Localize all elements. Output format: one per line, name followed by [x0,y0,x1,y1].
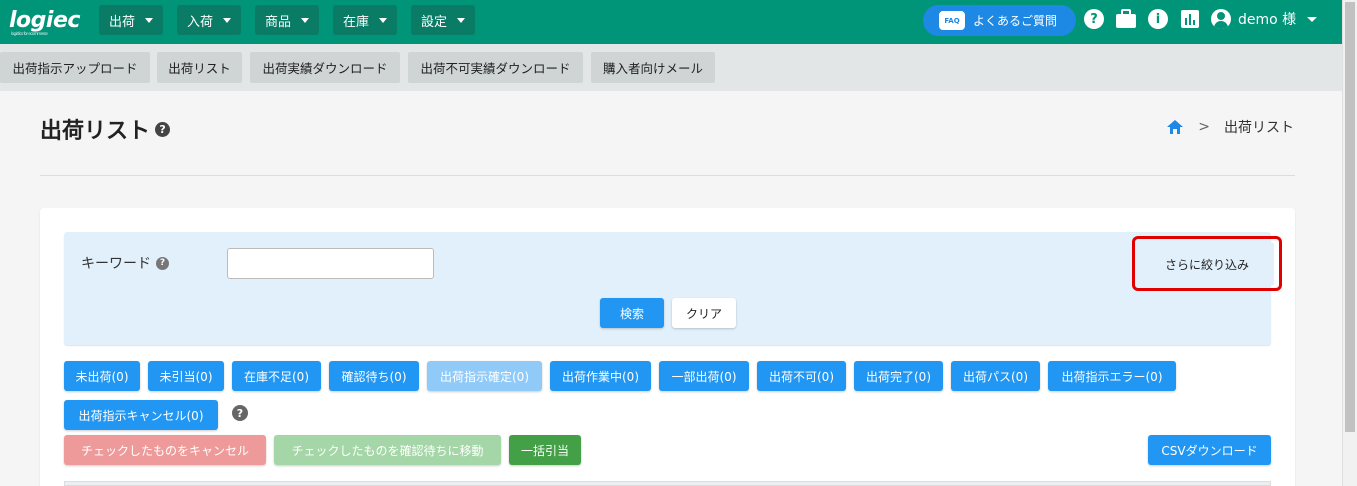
caret-down-icon [301,17,310,23]
account-icon [1211,9,1231,29]
logiec-logo[interactable]: logiec logistics for ecommerce [9,8,80,36]
subnav-unshippable-download[interactable]: 出荷不可実績ダウンロード [408,52,583,83]
filter-instruction-cancel[interactable]: 出荷指示キャンセル(0) [64,400,218,430]
highlight-box [1132,236,1282,291]
scrollbar[interactable] [1342,0,1357,486]
top-navbar: logiec logistics for ecommerce 出荷 入荷 商品 … [0,0,1342,44]
filter-pending-confirmation[interactable]: 確認待ち(0) [329,361,419,391]
user-name: demo 様 [1238,12,1297,28]
filter-unshippable[interactable]: 出荷不可(0) [757,361,846,391]
menu-label: 設定 [421,14,448,30]
sub-navbar: 出荷指示アップロード 出荷リスト 出荷実績ダウンロード 出荷不可実績ダウンロード… [0,44,1342,91]
menu-label: 出荷 [109,14,136,30]
move-to-pending-button[interactable]: チェックしたものを確認待ちに移動 [274,435,501,465]
filter-shipped[interactable]: 出荷完了(0) [854,361,943,391]
search-button[interactable]: 検索 [600,298,664,328]
cancel-checked-button[interactable]: チェックしたものをキャンセル [64,435,266,465]
caret-down-icon [145,17,154,23]
help-icon[interactable]: ? [156,256,169,270]
bulk-allocate-button[interactable]: 一括引当 [509,435,581,465]
help-icon[interactable]: ? [155,121,171,137]
subnav-shipping-list[interactable]: 出荷リスト [157,52,242,83]
briefcase-icon[interactable] [1115,9,1136,29]
subnav-shipping-upload[interactable]: 出荷指示アップロード [0,52,150,83]
scrollbar-thumb[interactable] [1345,2,1355,432]
menu-label: 入荷 [187,14,214,30]
faq-icon: FAQ [939,11,965,30]
keyword-label: キーワード ? [81,253,169,273]
breadcrumb-separator: > [1198,119,1210,135]
filter-pass[interactable]: 出荷パス(0) [951,361,1040,391]
menu-settings[interactable]: 設定 [411,5,476,35]
breadcrumb-current: 出荷リスト [1224,120,1294,136]
subnav-buyer-mail[interactable]: 購入者向けメール [591,52,715,83]
user-menu[interactable]: demo 様 [1211,8,1318,30]
caret-down-icon [457,17,466,23]
faq-button[interactable]: FAQ よくあるご質問 [923,5,1076,36]
divider [40,175,1295,176]
caret-down-icon [379,17,388,23]
filter-unallocated[interactable]: 未引当(0) [148,361,224,391]
csv-download-button[interactable]: CSVダウンロード [1148,435,1271,465]
filter-unshipped[interactable]: 未出荷(0) [64,361,140,391]
logo-tagline: logistics for ecommerce [11,31,48,36]
keyword-input[interactable] [227,248,434,279]
result-table-header [64,481,1271,486]
chart-icon[interactable] [1180,9,1200,29]
keyword-label-text: キーワード [81,256,151,272]
help-icon[interactable]: ? [1084,9,1104,29]
menu-label: 在庫 [343,14,370,30]
menu-products[interactable]: 商品 [255,5,320,35]
caret-down-icon [223,17,232,23]
logo-text: logiec [9,8,80,33]
filter-instruction-confirmed[interactable]: 出荷指示確定(0) [427,361,542,391]
menu-label: 商品 [265,14,292,30]
filter-partial-shipment[interactable]: 一部出荷(0) [659,361,749,391]
home-icon[interactable] [1166,119,1184,135]
page-title-text: 出荷リスト [40,119,151,144]
caret-down-icon [1307,16,1318,22]
filter-out-of-stock[interactable]: 在庫不足(0) [232,361,321,391]
info-icon[interactable]: i [1148,9,1168,29]
page-title: 出荷リスト ? [40,113,171,145]
subnav-shipping-results-download[interactable]: 出荷実績ダウンロード [250,52,400,83]
breadcrumb: > 出荷リスト [1166,117,1294,137]
help-icon[interactable]: ? [232,405,248,421]
clear-button[interactable]: クリア [672,298,736,328]
menu-receiving[interactable]: 入荷 [177,5,242,35]
menu-inventory[interactable]: 在庫 [333,5,398,35]
filter-in-progress[interactable]: 出荷作業中(0) [550,361,651,391]
faq-label: よくあるご質問 [973,14,1058,28]
menu-shipping[interactable]: 出荷 [99,5,164,35]
filter-instruction-error[interactable]: 出荷指示エラー(0) [1048,361,1176,391]
